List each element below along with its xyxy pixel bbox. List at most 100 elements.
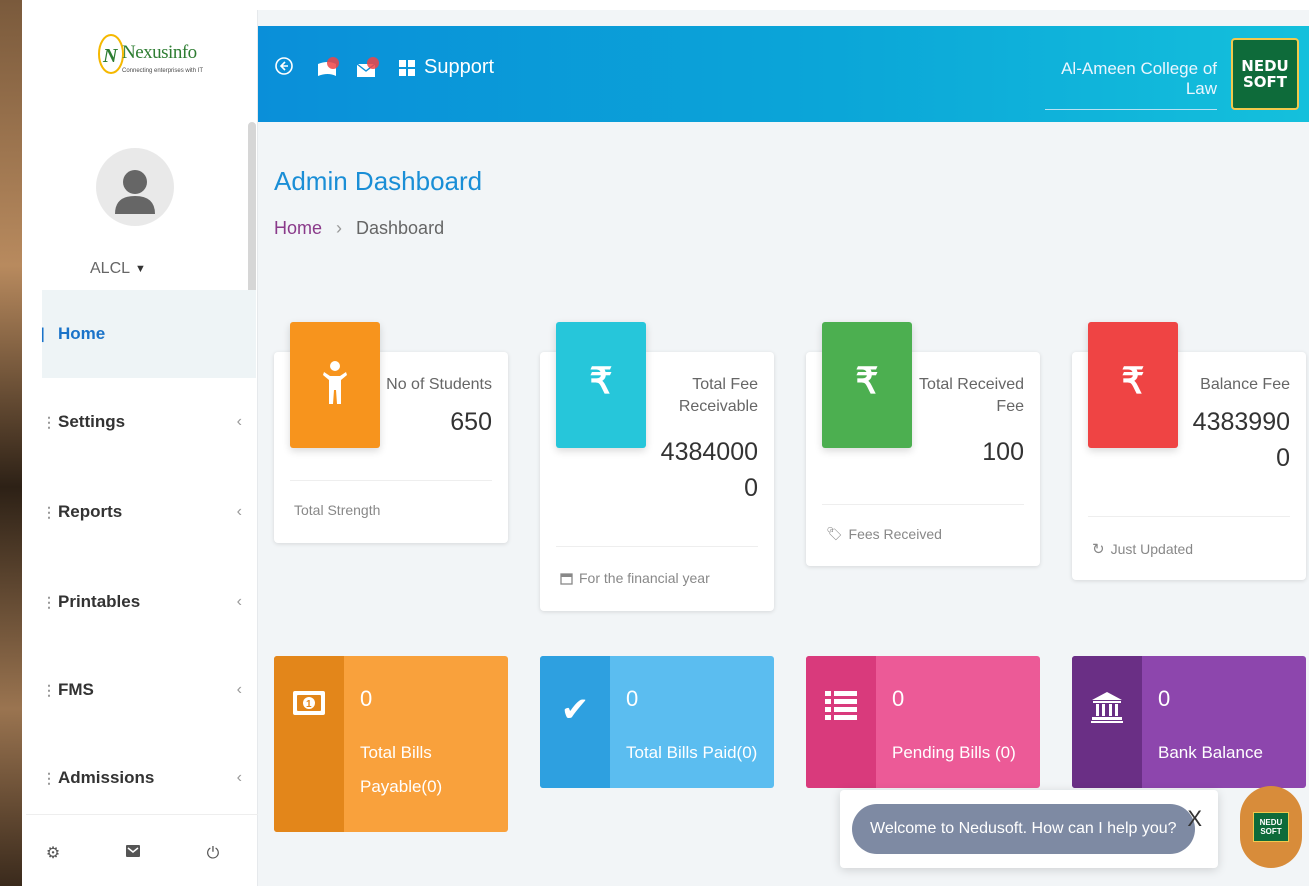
avatar[interactable] [96,148,174,226]
stat-card-received-fee: ₹ Total Received Fee 100 🏷 Fees Received [806,322,1040,566]
stat-label: Balance Fee [1200,376,1290,393]
child-icon [290,322,380,448]
brand-logo[interactable]: N Nexusinfo Connecting enterprises with … [96,24,203,94]
stat-value: 650 [450,408,492,436]
tile-bank-balance[interactable]: 0 Bank Balance [1072,656,1306,788]
sidebar-item-admissions[interactable]: ⋮ Admissions ‹ [42,734,256,822]
chevron-left-icon: ‹ [236,413,242,430]
brand-tagline: Connecting enterprises with IT [122,68,204,74]
breadcrumb: Home › Dashboard [274,218,444,239]
chevron-left-icon: ‹ [236,769,242,786]
sidebar-item-reports[interactable]: ⋮ Reports ‹ [42,468,256,556]
stat-label: Total Fee Receivable [678,376,758,415]
fms-marker-icon: ⋮ [42,681,56,698]
tile-total-bills-paid[interactable]: ✔ 0 Total Bills Paid(0) [540,656,774,788]
background-strip [0,0,22,886]
tile-count: 0 [892,686,905,711]
calendar-icon [560,572,573,585]
stat-card-balance-fee: ₹ Balance Fee 4383990 0 ↻ Just Updated [1072,322,1306,580]
sidebar: N Nexusinfo Connecting enterprises with … [26,10,258,886]
breadcrumb-home-link[interactable]: Home [274,218,322,239]
sidebar-item-label: Settings [58,412,126,431]
sidebar-item-label: Printables [58,592,141,611]
stat-label: No of Students [386,376,492,393]
settings-marker-icon: ⋮ [42,413,56,430]
stat-footer: Total Strength [294,502,381,518]
window-top-edge [0,0,1309,10]
user-menu[interactable]: ALCL ▼ [90,260,146,278]
sidebar-footer: ⚙ ⏻ [26,814,258,886]
notification-icon[interactable] [314,56,342,90]
stat-value: 4384000 0 [660,438,758,502]
divider [556,546,758,547]
message-icon[interactable] [354,56,382,90]
divider [822,504,1024,505]
user-name: ALCL [90,260,131,277]
logo-line1: NEDU [1241,57,1289,75]
sidebar-item-home[interactable]: ⎸ Home [42,290,256,378]
admissions-marker-icon: ⋮ [42,769,56,786]
home-marker-icon: ⎸ [42,325,56,342]
chat-close-button[interactable]: X [1187,806,1202,832]
money-icon: 1 [274,656,344,832]
stat-value: 4383990 0 [1192,408,1290,472]
chat-popup: Welcome to Nedusoft. How can I help you?… [840,790,1218,868]
stat-value: 100 [982,438,1024,466]
sidebar-item-settings[interactable]: ⋮ Settings ‹ [42,378,256,466]
back-circle-icon[interactable] [274,56,294,82]
tile-total-bills-payable[interactable]: 1 0 Total Bills Payable(0) [274,656,508,832]
svg-text:N: N [102,45,119,67]
tile-label: Bank Balance [1158,743,1263,762]
rupee-icon: ₹ [556,322,646,448]
gear-icon[interactable]: ⚙ [42,843,64,865]
nedusoft-logo: NEDU SOFT [1231,38,1299,110]
breadcrumb-separator-icon: › [336,218,343,238]
mail-icon[interactable] [122,843,144,865]
logo-line2: SOFT [1242,73,1288,91]
sidebar-item-label: FMS [58,680,94,699]
stat-footer: 🏷 Fees Received [826,526,942,542]
sidebar-scrollbar[interactable] [248,122,256,318]
stat-footer: For the financial year [560,570,710,586]
chat-launcher-button[interactable]: NEDU SOFT [1240,786,1302,868]
support-button[interactable]: Support [398,56,494,79]
college-name: Al-Ameen College of Law [1045,59,1217,110]
sidebar-item-label: Admissions [58,768,155,787]
user-icon [115,170,155,214]
power-icon[interactable]: ⏻ [202,843,224,865]
stat-card-students: No of Students 650 Total Strength [274,322,508,543]
tile-label: Pending Bills (0) [892,743,1016,762]
support-label: Support [424,56,495,78]
sidebar-item-label: Reports [58,502,123,521]
chat-welcome-message[interactable]: Welcome to Nedusoft. How can I help you? [852,804,1195,854]
tile-count: 0 [1158,686,1171,711]
check-icon: ✔ [540,656,610,788]
page-title: Admin Dashboard [274,166,483,196]
chevron-left-icon: ‹ [236,593,242,610]
svg-text:1: 1 [306,699,312,710]
rupee-icon: ₹ [1088,322,1178,448]
refresh-icon: ↻ [1092,541,1105,558]
divider [290,480,492,481]
sidebar-item-fms[interactable]: ⋮ FMS ‹ [42,646,256,734]
nedusoft-chat-logo: NEDU SOFT [1253,812,1289,842]
bank-icon [1072,656,1142,788]
list-icon [806,656,876,788]
tile-label: Total Bills Payable(0) [360,743,443,796]
tag-icon: 🏷 [826,526,843,541]
sidebar-item-label: Home [58,324,106,343]
tile-count: 0 [626,686,639,711]
breadcrumb-current: Dashboard [356,218,445,238]
printables-marker-icon: ⋮ [42,593,56,610]
tile-count: 0 [360,686,373,711]
divider [1088,516,1290,517]
sidebar-item-printables[interactable]: ⋮ Printables ‹ [42,558,256,646]
reports-marker-icon: ⋮ [42,503,56,520]
tile-pending-bills[interactable]: 0 Pending Bills (0) [806,656,1040,788]
grid-icon [399,59,415,76]
stat-card-fee-receivable: ₹ Total Fee Receivable 4384000 0 For the f… [540,322,774,611]
chevron-left-icon: ‹ [236,681,242,698]
top-header: Support Al-Ameen College of Law NEDU SOF… [258,26,1309,122]
stat-label: Total Received Fee [919,376,1024,415]
rupee-icon: ₹ [822,322,912,448]
